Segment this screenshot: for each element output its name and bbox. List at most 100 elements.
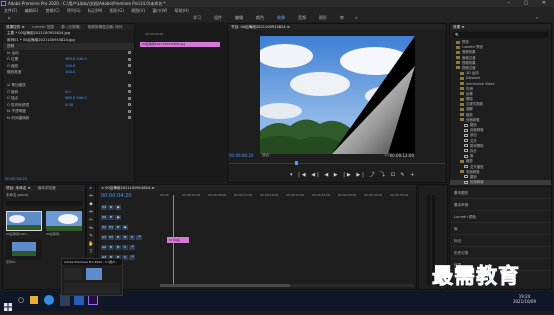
workspace-more[interactable]: » xyxy=(355,14,357,22)
tab-media-browser[interactable]: 媒体浏览器 xyxy=(38,186,56,190)
track-toggle-button[interactable]: 🎤 xyxy=(136,235,142,240)
track-toggle-button[interactable]: B xyxy=(108,245,114,250)
effect-property-row[interactable]: fx 时间重映射 xyxy=(3,115,134,122)
track-toggle-button[interactable]: ◉ xyxy=(115,215,121,220)
project-item-thumb-1[interactable] xyxy=(6,211,42,231)
search-icon[interactable]: ⌕ xyxy=(536,14,538,22)
menu-view[interactable]: 视图(V) xyxy=(131,8,145,13)
windows-start-icon[interactable] xyxy=(4,296,12,311)
menu-edit[interactable]: 编辑(E) xyxy=(25,8,39,13)
track-toggle-button[interactable]: V1 xyxy=(108,225,114,230)
track-toggle-button[interactable]: B xyxy=(115,235,121,240)
workspace-libraries[interactable]: 库 xyxy=(340,14,344,22)
timeline-scroll-thumb[interactable] xyxy=(160,284,290,287)
track-toggle-button[interactable]: V2 xyxy=(101,215,107,220)
edge-browser-icon[interactable] xyxy=(44,295,54,305)
effect-item[interactable]: 页面剥落 xyxy=(450,180,551,186)
program-playhead[interactable] xyxy=(295,161,298,165)
reset-icon[interactable] xyxy=(128,83,131,87)
track-toggle-button[interactable]: A2 xyxy=(101,245,107,250)
track-toggle-button[interactable]: V3 xyxy=(101,205,107,210)
tab-program[interactable]: 节目: 00后悔用2021100915824 ≡ xyxy=(231,25,290,29)
taskbar-window-preview[interactable]: Adobe Premiere Pro 2020 - C:\用户... xyxy=(61,258,123,296)
timeline-scrollbar[interactable] xyxy=(160,284,414,287)
menu-marker[interactable]: 标记(M) xyxy=(88,8,103,13)
selection-tool-icon[interactable]: ▸ xyxy=(87,185,95,193)
workspace-graphics[interactable]: 图形 xyxy=(319,14,327,22)
tab-source[interactable]: 源: (无剪辑) xyxy=(61,25,81,29)
menu-file[interactable]: 文件(F) xyxy=(4,8,17,13)
zoom-fit-select[interactable]: 适合 xyxy=(262,153,269,158)
effects-search-input[interactable]: 🔍 xyxy=(453,32,548,38)
reset-icon[interactable] xyxy=(128,57,131,61)
search-icon[interactable]: ○ xyxy=(18,296,24,304)
menu-clip[interactable]: 剪辑(C) xyxy=(46,8,60,13)
reset-icon[interactable] xyxy=(128,70,131,74)
workspace-effects[interactable]: 效果 xyxy=(277,14,285,22)
tab-sequence[interactable]: × 00后悔用2021100915824 ≡ xyxy=(101,186,154,190)
reset-icon[interactable] xyxy=(128,51,131,54)
menu-help[interactable]: 帮助(H) xyxy=(175,8,189,13)
pen-tool-icon[interactable]: ✎ xyxy=(87,233,95,241)
workspace-assembly[interactable]: 组件 xyxy=(214,14,222,22)
track-toggle-button[interactable]: B xyxy=(108,205,114,210)
essentials-item[interactable]: 基本图形 xyxy=(450,187,551,199)
timeline-ruler[interactable]: 00:00 00:00:04:00 00:00:08:00 00:00:12:0… xyxy=(160,193,416,199)
reset-icon[interactable] xyxy=(128,116,131,119)
project-item-thumb-2[interactable] xyxy=(46,211,82,231)
workspace-color[interactable]: 颜色 xyxy=(256,14,264,22)
track-toggle-button[interactable]: M xyxy=(115,245,121,250)
reset-icon[interactable] xyxy=(128,109,131,113)
track-toggle-button[interactable]: ◉ xyxy=(122,225,128,230)
transport-controls[interactable]: ▾ |◀ ◀| ◀ ▶ |▶ ▶| ⤴ ⤵ ⊡ ✎ + xyxy=(290,171,416,178)
reset-icon[interactable] xyxy=(128,90,131,93)
track-toggle-button[interactable]: B xyxy=(108,215,114,220)
razor-tool-icon[interactable]: ✂ xyxy=(87,217,95,225)
timeline-timecode[interactable]: 00:00:04:20 xyxy=(101,193,132,199)
tab-audio-mixer[interactable]: 音频剪辑混合器: 序列 xyxy=(88,25,123,29)
essentials-item[interactable]: 历史记录 xyxy=(450,247,551,259)
project-search-input[interactable] xyxy=(6,201,82,206)
program-viewer[interactable] xyxy=(260,36,415,154)
track-toggle-button[interactable]: V1 xyxy=(101,225,107,230)
track-toggle-button[interactable]: M xyxy=(122,235,128,240)
system-clock[interactable]: 19:24 2021/10/09 xyxy=(513,294,536,304)
track-toggle-button[interactable]: ◉ xyxy=(115,205,121,210)
window-controls[interactable]: – ▢ ✕ xyxy=(507,0,552,7)
essentials-item[interactable]: 标记 xyxy=(450,235,551,247)
track-toggle-button[interactable]: S xyxy=(129,235,135,240)
reset-icon[interactable] xyxy=(128,103,131,106)
track-toggle-button[interactable]: 🎤 xyxy=(129,245,135,250)
tab-effect-controls[interactable]: 效果控件 ≡ xyxy=(6,25,25,29)
clip-bar[interactable]: 00后悔用2021100915824.jpg xyxy=(140,42,220,47)
file-explorer-icon[interactable] xyxy=(30,296,38,304)
reset-icon[interactable] xyxy=(128,64,131,67)
type-tool-icon[interactable]: T xyxy=(87,249,95,257)
reset-icon[interactable] xyxy=(128,96,131,100)
slip-tool-icon[interactable]: ⇋ xyxy=(87,225,95,233)
tab-lumetri-scopes[interactable]: Lumetri 范围 xyxy=(32,25,54,29)
program-scrub-bar[interactable] xyxy=(229,161,445,165)
track-toggle-button[interactable]: 🎤 xyxy=(129,255,135,260)
program-timecode[interactable]: 00:00:04:20 xyxy=(229,153,253,158)
essentials-item[interactable]: Lumetri 颜色 xyxy=(450,211,551,223)
track-toggle-button[interactable]: A1 xyxy=(101,235,107,240)
project-item-thumb-3[interactable] xyxy=(6,239,42,259)
home-icon[interactable]: ⌂ xyxy=(8,14,11,22)
hand-tool-icon[interactable]: ✋ xyxy=(87,241,95,249)
timeline-clip[interactable]: fx 00后 xyxy=(167,237,189,243)
workspace-learn[interactable]: 学习 xyxy=(193,14,201,22)
tab-effects[interactable]: 效果 ≡ xyxy=(453,25,464,29)
menu-graphics[interactable]: 图形(G) xyxy=(110,8,124,13)
track-toggle-button[interactable]: B xyxy=(115,225,121,230)
track-toggle-button[interactable]: S xyxy=(122,245,128,250)
effect-controls-timecode[interactable]: 00:00:04:20 xyxy=(2,176,225,182)
workspace-editing[interactable]: 编辑 xyxy=(235,14,243,22)
rate-stretch-tool-icon[interactable]: ⇹ xyxy=(87,209,95,217)
essentials-item[interactable]: 库 xyxy=(450,223,551,235)
menu-window[interactable]: 窗口(W) xyxy=(152,8,167,13)
tab-project[interactable]: 项目: 未命名 ≡ xyxy=(6,186,30,190)
track-select-tool-icon[interactable]: ⇔ xyxy=(87,193,95,201)
workspace-audio[interactable]: 音频 xyxy=(298,14,306,22)
ripple-edit-tool-icon[interactable]: ◆ xyxy=(87,201,95,209)
